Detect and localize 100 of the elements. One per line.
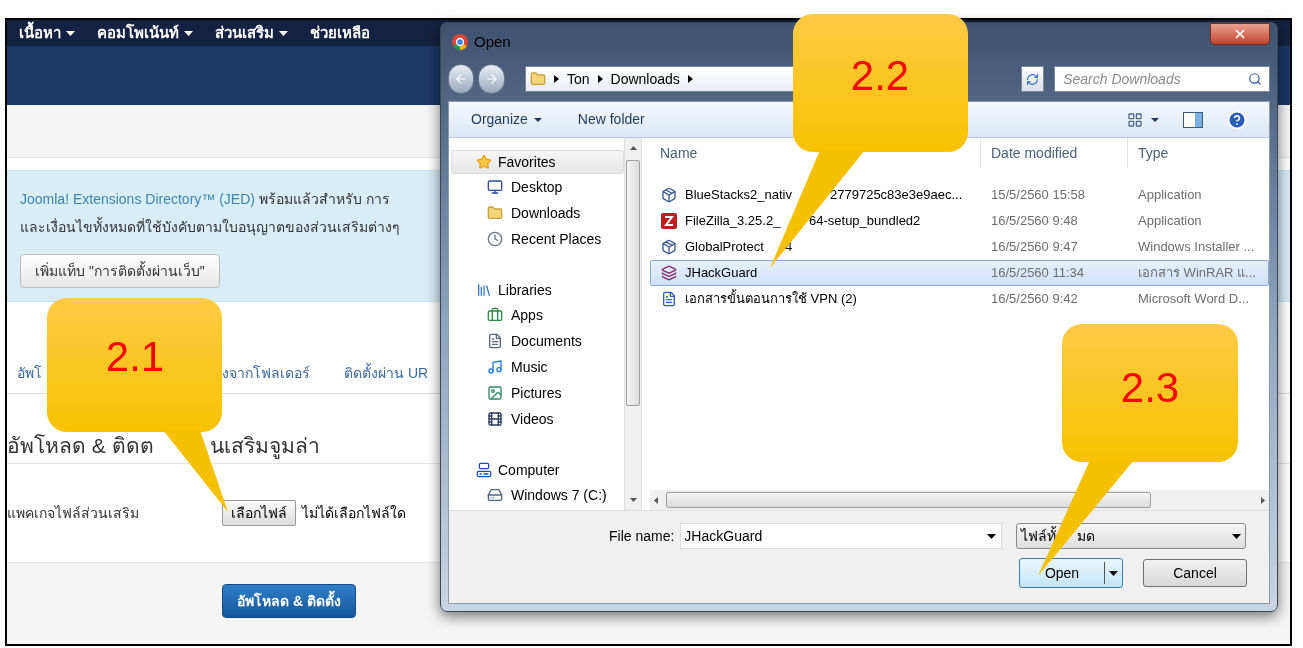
refresh-button[interactable] bbox=[1021, 66, 1045, 92]
file-name-field[interactable]: JHackGuard bbox=[680, 523, 1003, 549]
nav-group-header[interactable]: Favorites bbox=[451, 150, 624, 174]
scroll-thumb[interactable] bbox=[666, 492, 1151, 508]
file-date: 16/5/2560 11:34 bbox=[990, 264, 1085, 283]
file-name: 64-setup_bundled2 bbox=[809, 212, 921, 231]
nav-item[interactable]: Windows 7 (C:) bbox=[449, 482, 624, 508]
close-button[interactable] bbox=[1210, 23, 1270, 45]
dropdown-caret-icon bbox=[1232, 533, 1242, 539]
file-date: 15/5/2560 15:58 bbox=[990, 186, 1086, 205]
window-title: Open bbox=[474, 31, 511, 52]
scroll-left-icon bbox=[654, 496, 658, 504]
menu-item[interactable]: ช่วยเหลือ bbox=[310, 21, 370, 45]
monitor-icon bbox=[487, 179, 503, 195]
vertical-scrollbar[interactable] bbox=[624, 138, 642, 510]
file-type-select[interactable]: ไฟล์ทั้ มด bbox=[1016, 523, 1247, 549]
tab[interactable]: งจากโฟลเดอร์ bbox=[222, 363, 310, 384]
clock-icon bbox=[487, 231, 503, 247]
nav-group-label: Computer bbox=[498, 460, 560, 480]
dropdown-caret-icon bbox=[987, 534, 997, 539]
file-date: 16/5/2560 9:48 bbox=[990, 212, 1079, 231]
back-button[interactable] bbox=[448, 64, 475, 94]
nav-group-header[interactable]: Libraries bbox=[451, 278, 624, 302]
notice-text: และเงื่อนไขทั้งหมดที่ใช้บังคับตามใบอนุญาตของส่วนเสริมต่างๆ bbox=[20, 216, 400, 238]
search-field[interactable]: Search Downloads bbox=[1054, 66, 1270, 92]
nav-group-label: Favorites bbox=[498, 152, 556, 172]
file-name: เอกสารขั้นตอนการใช้ VPN (2) bbox=[685, 289, 857, 309]
menu-item[interactable]: คอมโพเน้นท์ bbox=[97, 21, 193, 45]
open-button[interactable]: Open bbox=[1019, 558, 1123, 588]
help-icon[interactable] bbox=[1227, 109, 1247, 130]
file-type: Application bbox=[1137, 212, 1202, 231]
file-type: Windows Installer ... bbox=[1137, 238, 1255, 257]
choose-file-button[interactable]: เลือกไฟล์ bbox=[222, 500, 296, 526]
word-document-icon bbox=[661, 291, 677, 307]
chevron-icon bbox=[597, 75, 603, 83]
chevron-icon bbox=[553, 75, 559, 83]
menu-item[interactable]: ส่วนเสริม bbox=[215, 21, 288, 45]
notice-text: พร้อมแล้วสำหรับ การ bbox=[258, 189, 390, 209]
dropdown-caret-icon bbox=[1109, 570, 1118, 576]
file-row[interactable]: FileZilla_3.25.2_ 64-setup_bundled2 16/5/2560 9:48 Application bbox=[650, 208, 1269, 234]
document-icon bbox=[487, 333, 503, 349]
folder-icon bbox=[487, 205, 503, 221]
new-folder-button[interactable]: New folder bbox=[577, 109, 645, 130]
file-name: BlueStacks2_nativ bbox=[685, 186, 793, 205]
cancel-button[interactable]: Cancel bbox=[1143, 559, 1247, 587]
section-heading: นเสริมจูมล่า bbox=[210, 432, 320, 461]
organize-button[interactable]: Organize bbox=[471, 109, 542, 130]
nav-group-label: Libraries bbox=[498, 280, 552, 300]
search-icon bbox=[1248, 72, 1262, 86]
file-row[interactable]: เอกสารขั้นตอนการใช้ VPN (2) 16/5/2560 9:42 Microsoft Word D... bbox=[650, 286, 1269, 312]
forward-arrow-icon bbox=[484, 72, 499, 86]
scroll-thumb[interactable] bbox=[626, 160, 640, 406]
file-name: JHackGuard bbox=[685, 264, 758, 283]
file-type: Application bbox=[1137, 186, 1202, 205]
breadcrumb[interactable]: Downloads bbox=[610, 68, 680, 90]
caret-icon bbox=[1151, 117, 1159, 122]
scroll-right-icon bbox=[1261, 496, 1265, 504]
preview-pane-icon[interactable] bbox=[1183, 111, 1203, 128]
file-type: เอกสาร WinRAR แ... bbox=[1137, 264, 1256, 283]
tab[interactable]: ติดตั้งผ่าน UR bbox=[344, 363, 429, 384]
app-icon bbox=[661, 213, 677, 229]
file-date: 16/5/2560 9:47 bbox=[990, 238, 1079, 257]
add-tab-button[interactable]: เพิ่มแท็บ "การติดตั้งผ่านเว็บ" bbox=[20, 254, 220, 288]
forward-button[interactable] bbox=[478, 64, 505, 94]
nav-item[interactable]: Videos bbox=[449, 406, 624, 432]
no-file-text: ไม่ได้เลือกไฟล์ใด bbox=[302, 503, 406, 523]
nav-item[interactable]: Apps bbox=[449, 302, 624, 328]
field-label: แพคเกจไฟล์ส่วนเสริม bbox=[7, 503, 140, 523]
scroll-up-icon bbox=[629, 146, 637, 150]
column-header[interactable]: Date modified bbox=[980, 138, 1127, 168]
breadcrumb[interactable]: Ton bbox=[566, 68, 590, 90]
file-date: 16/5/2560 9:42 bbox=[990, 290, 1079, 309]
back-arrow-icon bbox=[454, 72, 469, 86]
close-icon bbox=[1233, 27, 1247, 41]
section-heading: อัพโหลด & ติดต bbox=[7, 432, 155, 459]
view-options-icon[interactable] bbox=[1127, 111, 1143, 128]
nav-group-header[interactable]: Computer bbox=[451, 458, 624, 482]
library-icon bbox=[476, 282, 492, 298]
nav-item[interactable]: Pictures bbox=[449, 380, 624, 406]
tab[interactable]: อัพโ bbox=[17, 363, 42, 384]
file-name: 2779725c83e3e9aec... bbox=[830, 186, 963, 205]
file-row[interactable]: BlueStacks2_nativ 2779725c83e3e9aec... 15/5/2560 15:58 Application bbox=[650, 182, 1269, 208]
column-header[interactable]: Type bbox=[1127, 138, 1269, 168]
drive-icon bbox=[487, 487, 503, 503]
star-icon bbox=[476, 154, 492, 170]
file-row[interactable]: JHackGuard 16/5/2560 11:34 เอกสาร WinRAR แ... bbox=[650, 260, 1269, 286]
nav-item[interactable]: Recent Places bbox=[449, 226, 624, 252]
nav-item[interactable]: Music bbox=[449, 354, 624, 380]
nav-item[interactable]: Documents bbox=[449, 328, 624, 354]
field-label: File name: bbox=[609, 526, 675, 546]
picture-icon bbox=[487, 385, 503, 401]
menu-item[interactable]: เนื้อหา bbox=[19, 21, 75, 45]
nav-item[interactable]: Downloads bbox=[449, 200, 624, 226]
chevron-icon bbox=[687, 75, 693, 83]
film-icon bbox=[487, 411, 503, 427]
nav-item[interactable]: Desktop bbox=[449, 174, 624, 200]
scroll-down-icon bbox=[629, 498, 637, 502]
horizontal-scrollbar[interactable] bbox=[650, 490, 1269, 510]
upload-install-button[interactable]: อัพโหลด & ติดตั้ง bbox=[222, 584, 356, 618]
file-type: Microsoft Word D... bbox=[1137, 290, 1249, 309]
